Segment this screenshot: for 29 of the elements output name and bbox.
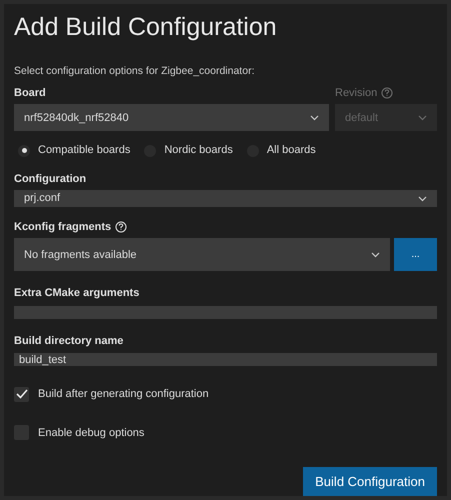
chevron-down-icon [310, 114, 319, 121]
field-label: Board [14, 86, 47, 101]
chevron-down-icon [418, 196, 427, 202]
chevron-down-icon [418, 114, 427, 121]
checkmark-icon [16, 389, 28, 400]
field-label: Build directory name [14, 334, 124, 349]
checkbox-option[interactable]: Enable debug options [14, 424, 437, 441]
field-label: Extra CMake arguments [14, 286, 140, 302]
subtitle: Select configuration options for Zigbee_coordinator: [14, 64, 256, 79]
build-directory-field[interactable]: build_test [14, 353, 437, 366]
checkbox[interactable] [14, 386, 29, 402]
radio-option[interactable]: Compatible boards [18, 142, 130, 159]
radio-button[interactable] [18, 144, 30, 156]
chevron-down-icon [371, 252, 380, 258]
browse-button[interactable]: ... [394, 238, 437, 272]
field-label: Kconfig fragments [14, 218, 437, 236]
build-configuration-button[interactable]: Build Configuration [303, 467, 437, 496]
radio-option[interactable]: Nordic boards [144, 142, 233, 159]
field-label: Revision [335, 84, 437, 102]
field-label: Configuration [14, 172, 88, 187]
kconfig-select[interactable]: No fragments available [14, 238, 390, 272]
configuration-select[interactable]: prj.conf [14, 190, 437, 207]
board-select[interactable]: nrf52840dk_nrf52840 [14, 104, 329, 132]
dialog-title: Add Build Configuration [14, 12, 278, 43]
cmake-arguments-field[interactable] [14, 306, 437, 319]
radio-option[interactable]: All boards [246, 142, 316, 159]
help-icon [381, 87, 394, 99]
help-icon [115, 221, 128, 233]
checkbox-option[interactable]: Build after generating configuration [14, 386, 437, 402]
